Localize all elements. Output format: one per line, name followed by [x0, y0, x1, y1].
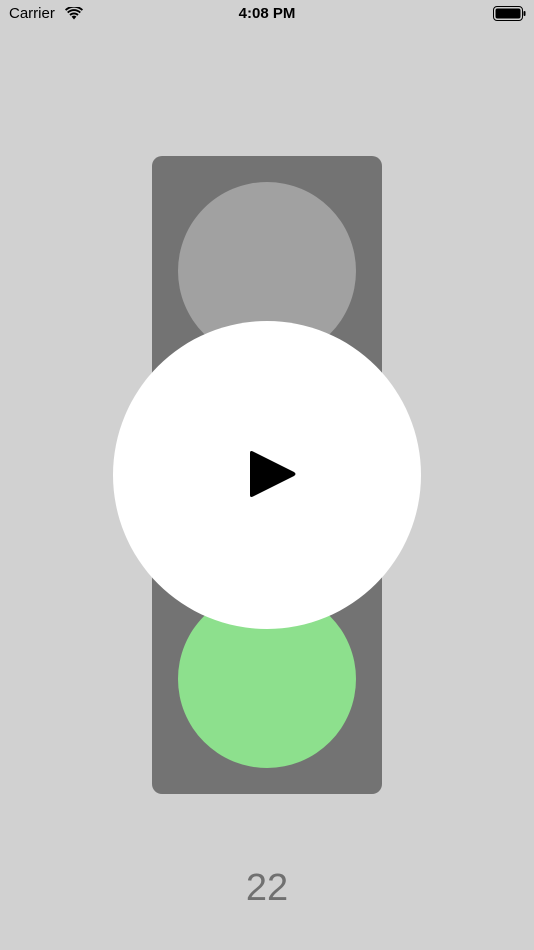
play-icon — [250, 451, 296, 497]
play-button[interactable] — [113, 321, 421, 629]
status-time: 4:08 PM — [238, 5, 296, 22]
status-bar: Carrier 4:08 PM — [0, 0, 534, 28]
battery-icon — [493, 6, 526, 21]
counter-value: 22 — [245, 867, 289, 909]
